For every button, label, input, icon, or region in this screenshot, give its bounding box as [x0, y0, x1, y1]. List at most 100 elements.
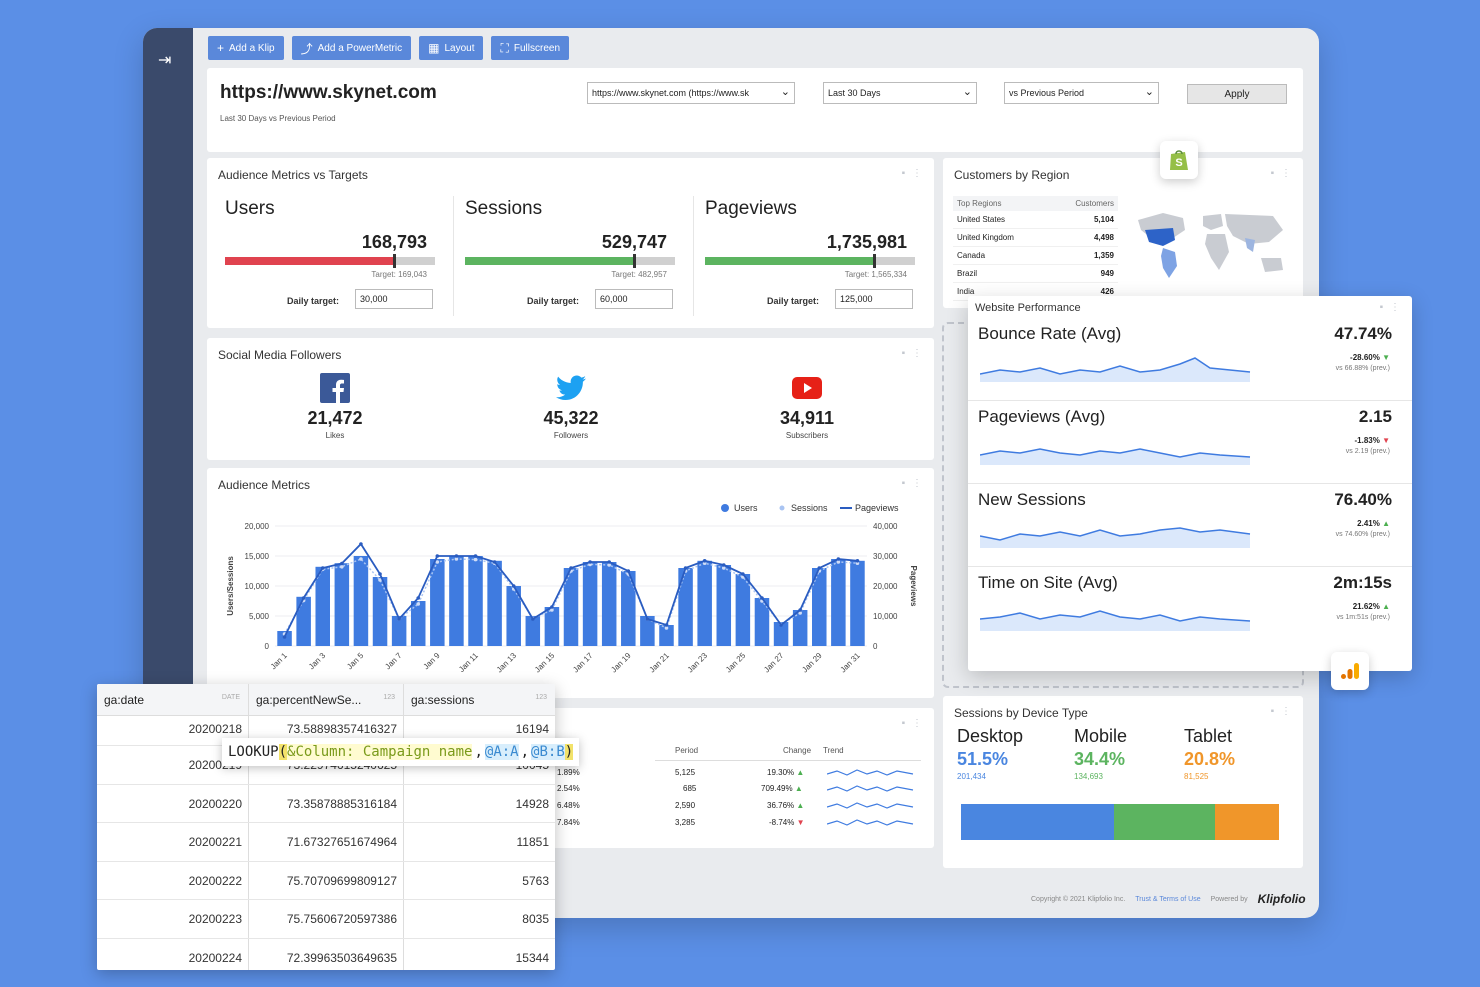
formula-editor[interactable]: LOOKUP ( &Column: Campaign name , @A:A ,…: [222, 738, 580, 766]
expand-sidebar-icon[interactable]: ⇥: [158, 50, 171, 70]
card-menu-icon[interactable]: ▪ ⋮: [1380, 302, 1402, 313]
fullscreen-button[interactable]: ⛶ Fullscreen: [491, 36, 570, 60]
metric-value: 1,735,981: [826, 232, 907, 252]
formula-paren: (: [278, 744, 288, 760]
layout-button[interactable]: ▦ Layout: [419, 36, 484, 60]
column-header-date[interactable]: ga:date DATE: [97, 684, 249, 715]
layout-icon: ▦: [428, 41, 440, 55]
cell-change: 19.30% ▲: [767, 768, 805, 777]
wp-metric-name: Pageviews (Avg): [978, 407, 1106, 426]
point-pageviews: [702, 559, 707, 563]
x-tick-label: Jan 5: [345, 651, 366, 672]
add-klip-button[interactable]: + Add a Klip: [208, 36, 284, 60]
daily-target-input[interactable]: 30,000: [355, 289, 433, 309]
date-range-select[interactable]: Last 30 Days: [823, 82, 977, 104]
device-count: 81,525: [1184, 772, 1209, 781]
device-percent: 20.8%: [1184, 749, 1236, 769]
formula-paren: ): [564, 744, 574, 760]
metric-value: 168,793: [361, 232, 427, 252]
wp-previous: vs 66.88% (prev.): [1335, 365, 1390, 372]
table-row: Canada 1,359: [953, 247, 1118, 265]
y-tick-label: 10,000: [245, 582, 270, 591]
x-tick-label: Jan 21: [648, 651, 672, 675]
table-row: United States 5,104: [953, 211, 1118, 229]
bar-users: [582, 562, 598, 646]
table-row: 20200222 75.70709699809127 5763: [97, 861, 555, 900]
terms-link[interactable]: Trust & Terms of Use: [1135, 896, 1200, 903]
trend-sparklines: [827, 769, 914, 826]
compare-select[interactable]: vs Previous Period: [1004, 82, 1159, 104]
bar-users: [601, 562, 617, 646]
point-pageviews: [340, 561, 344, 566]
legend-label: Sessions: [791, 503, 828, 513]
column-header-percent-new[interactable]: ga:percentNewSe... 123: [249, 684, 404, 715]
bar-users: [487, 560, 502, 646]
point-pageviews: [378, 572, 382, 576]
target-bar: [465, 254, 675, 268]
table-row: 20200224 72.39963503649635 15344: [97, 938, 555, 970]
device-name: Tablet: [1184, 726, 1233, 746]
card-menu-icon[interactable]: ▪ ⋮: [1271, 168, 1293, 179]
column-header-sessions[interactable]: ga:sessions 123: [404, 684, 555, 715]
daily-target-input[interactable]: 60,000: [595, 289, 673, 309]
target-bar-fill: [225, 257, 393, 265]
klipfolio-logo: Klipfolio: [1257, 892, 1306, 906]
social-twitter: 45,322 Followers: [491, 372, 651, 440]
card-menu-icon[interactable]: ▪ ⋮: [902, 348, 924, 359]
column-header: Change: [783, 746, 812, 755]
legend-label: Pageviews: [855, 503, 899, 513]
bar-users: [334, 563, 350, 646]
daily-target-label: Daily target:: [527, 296, 580, 306]
point-sessions: [340, 565, 344, 569]
point-pageviews: [588, 560, 592, 564]
toolbar: + Add a Klip ⤴ Add a PowerMetric ▦ Layout ⛶…: [208, 36, 570, 60]
target-bar-fill: [465, 257, 633, 265]
add-powermetric-button[interactable]: ⤴ Add a PowerMetric: [291, 36, 412, 60]
wp-metric-value: 47.74%: [1334, 324, 1392, 343]
metric-name: Pageviews: [705, 198, 797, 219]
device-name: Mobile: [1074, 726, 1128, 746]
device-name: Desktop: [957, 726, 1024, 746]
table-row: United Kingdom 4,498: [953, 229, 1118, 247]
formula-arg: &Column: Campaign name: [287, 744, 473, 760]
x-tick-label: Jan 27: [762, 651, 786, 675]
wp-row-new-sessions: New Sessions 76.40% 2.41% ▲ vs 74.60% (p…: [968, 484, 1412, 567]
device-share-desktop: [961, 804, 1114, 840]
point-sessions: [359, 557, 363, 561]
point-pageviews: [454, 554, 459, 558]
point-sessions: [473, 557, 478, 562]
point-pageviews: [607, 560, 611, 564]
bar-users: [353, 556, 369, 646]
apply-button[interactable]: Apply: [1187, 84, 1287, 104]
y-tick-label: 20,000: [245, 522, 270, 531]
table-row: 20200220 73.35878885316184 14928: [97, 784, 555, 823]
device-share-bar: [961, 804, 1279, 840]
data-source-table: ga:date DATE ga:percentNewSe... 123 ga:ses…: [97, 684, 555, 970]
card-menu-icon[interactable]: ▪ ⋮: [1271, 706, 1293, 717]
card-menu-icon[interactable]: ▪ ⋮: [902, 168, 924, 179]
wp-metric-value: 2.15: [1358, 407, 1392, 426]
device-count: 201,434: [957, 772, 986, 781]
social-value: 34,911: [779, 408, 835, 428]
site-select[interactable]: https://www.skynet.com (https://www.sk: [587, 82, 795, 104]
wp-metric-name: Bounce Rate (Avg): [978, 324, 1122, 343]
cell-pct: 6.48%: [557, 801, 580, 810]
y-axis-title: Users/Sessions: [226, 556, 235, 616]
social-value: 45,322: [543, 408, 599, 428]
down-arrow-icon: ▼: [796, 818, 805, 827]
cell-pct: 2.54%: [557, 784, 580, 793]
point-pageviews: [779, 623, 783, 627]
cell-period: 3,285: [675, 818, 696, 827]
wp-metric-value: 76.40%: [1334, 490, 1392, 509]
cell-period: 5,125: [675, 768, 696, 777]
point-pageviews: [645, 617, 650, 621]
table-header: ga:date DATE ga:percentNewSe... 123 ga:ses…: [97, 684, 555, 716]
legend-label: Users: [734, 503, 758, 513]
daily-target-input[interactable]: 125,000: [835, 289, 913, 309]
formula-arg: @B:B: [531, 744, 565, 760]
formula-separator: ,: [474, 744, 483, 760]
card-title: Social Media Followers: [218, 348, 342, 362]
wp-change: -28.60% ▼: [1350, 353, 1390, 362]
wp-previous: vs 74.60% (prev.): [1335, 531, 1390, 538]
point-pageviews: [760, 596, 764, 600]
